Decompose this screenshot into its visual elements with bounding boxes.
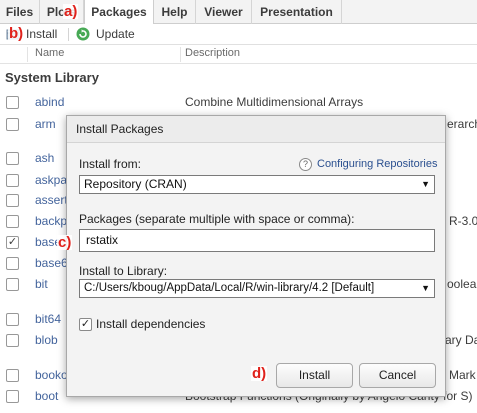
- install-to-library-label: Install to Library:: [79, 264, 168, 278]
- annotation-c: c): [57, 234, 73, 251]
- install-dependencies-checkbox[interactable]: ✓: [79, 318, 92, 331]
- configuring-repositories-link[interactable]: Configuring Repositories: [317, 158, 437, 170]
- annotation-a: a): [63, 3, 79, 20]
- help-icon[interactable]: ?: [299, 158, 312, 171]
- annotation-d: d): [251, 365, 268, 382]
- install-from-select[interactable]: Repository (CRAN) ▼: [79, 175, 435, 194]
- dialog-title: Install Packages: [67, 116, 445, 143]
- dropdown-arrow-icon: ▼: [421, 179, 430, 189]
- install-dependencies-label: Install dependencies: [96, 317, 206, 331]
- install-packages-dialog: Install Packages Install from: ? Configu…: [66, 115, 446, 397]
- cancel-button[interactable]: Cancel: [359, 363, 436, 388]
- install-submit-button[interactable]: Install: [276, 363, 353, 388]
- library-value: C:/Users/kboug/AppData/Local/R/win-libra…: [84, 282, 375, 294]
- packages-input[interactable]: rstatix: [79, 229, 435, 252]
- install-from-value: Repository (CRAN): [84, 177, 187, 191]
- packages-label: Packages (separate multiple with space o…: [79, 212, 355, 226]
- dropdown-arrow-icon: ▼: [421, 283, 430, 293]
- library-select[interactable]: C:/Users/kboug/AppData/Local/R/win-libra…: [79, 279, 435, 298]
- install-from-label: Install from:: [79, 157, 142, 171]
- annotation-b: b): [8, 25, 25, 42]
